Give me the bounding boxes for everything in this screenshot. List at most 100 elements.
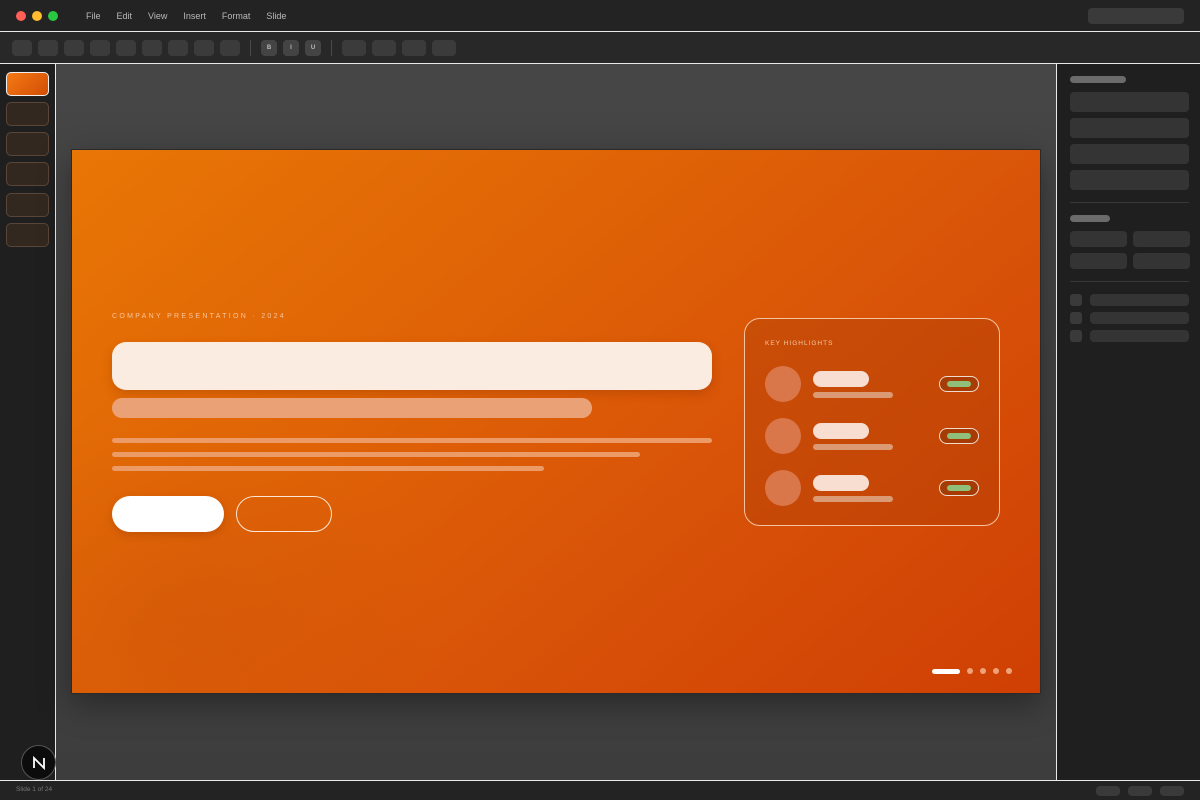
inspector-checkbox[interactable] [1070,312,1082,324]
toolbar: B I U [0,32,1200,64]
avatar [765,418,801,454]
pagination-dot[interactable] [980,668,986,674]
inspector-option-label [1090,330,1189,342]
inspector-checkbox[interactable] [1070,294,1082,306]
slide-eyebrow: COMPANY PRESENTATION · 2024 [112,313,286,320]
toolbar-button[interactable] [90,40,110,56]
slide-subtitle-placeholder[interactable] [112,398,592,418]
toolbar-button[interactable] [220,40,240,56]
status-badge [939,480,979,496]
slide-thumbnails-panel [0,64,56,780]
status-badge-fill [947,381,971,387]
body-text-line [112,466,544,471]
status-bar: Slide 1 of 24 [0,780,1200,800]
menu-file[interactable]: File [78,11,109,21]
slide-thumbnail-3[interactable] [6,132,49,156]
logo-glyph-icon [32,755,45,770]
title-bar: File Edit View Insert Format Slide [0,0,1200,32]
menu-view[interactable]: View [140,11,175,21]
window-minimize-button[interactable] [32,11,42,21]
search-field[interactable] [1088,8,1184,24]
toolbar-button[interactable] [432,40,456,56]
slide-thumbnail-2[interactable] [6,102,49,126]
highlight-name [813,475,869,491]
slide-title-placeholder[interactable] [112,342,712,390]
body-text-line [112,452,640,457]
inspector-field[interactable] [1070,170,1189,190]
statusbar-button[interactable] [1096,786,1120,796]
highlight-row [765,366,979,402]
pagination-dot[interactable] [967,668,973,674]
toolbar-button[interactable] [194,40,214,56]
pagination-dot[interactable] [1006,668,1012,674]
card-title: KEY HIGHLIGHTS [765,340,834,347]
inspector-divider [1070,281,1189,282]
highlight-subtext [813,444,893,450]
highlight-name [813,371,869,387]
slide-pagination [932,668,1019,674]
menu-edit[interactable]: Edit [109,11,141,21]
status-badge [939,428,979,444]
inspector-checkbox[interactable] [1070,330,1082,342]
toolbar-button[interactable] [38,40,58,56]
inspector-field[interactable] [1070,253,1127,269]
highlight-subtext [813,392,893,398]
inspector-divider [1070,202,1189,203]
status-badge [939,376,979,392]
avatar [765,366,801,402]
inspector-section-heading [1070,215,1110,222]
inspector-option-label [1090,294,1189,306]
menu-bar: File Edit View Insert Format Slide [78,0,294,32]
inspector-field[interactable] [1070,144,1189,164]
status-badge-fill [947,433,971,439]
pagination-dot-active[interactable] [932,668,960,674]
toolbar-button[interactable] [64,40,84,56]
inspector-field[interactable] [1133,253,1190,269]
statusbar-button[interactable] [1160,786,1184,796]
highlight-name [813,423,869,439]
toolbar-button[interactable] [116,40,136,56]
secondary-cta-button[interactable] [236,496,332,532]
primary-cta-button[interactable] [112,496,224,532]
inspector-field[interactable] [1133,231,1190,247]
slide-canvas: COMPANY PRESENTATION · 2024 KEY HIGHLIGH… [56,64,1056,780]
slide-thumbnail-1[interactable] [6,72,49,96]
italic-icon[interactable]: I [283,40,299,56]
status-text: Slide 1 of 24 [16,786,53,793]
body-text-line [112,438,712,443]
toolbar-separator [331,40,332,56]
inspector-section-heading [1070,76,1126,83]
highlight-row [765,470,979,506]
highlight-subtext [813,496,893,502]
menu-insert[interactable]: Insert [175,11,214,21]
inspector-panel [1056,64,1200,780]
key-highlights-card: KEY HIGHLIGHTS [744,318,1000,526]
menu-format[interactable]: Format [214,11,259,21]
window-maximize-button[interactable] [48,11,58,21]
underline-icon[interactable]: U [305,40,321,56]
slide-thumbnail-5[interactable] [6,193,49,217]
inspector-option-label [1090,312,1189,324]
bold-icon[interactable]: B [261,40,277,56]
statusbar-button[interactable] [1128,786,1152,796]
status-badge-fill [947,485,971,491]
toolbar-button[interactable] [168,40,188,56]
inspector-field[interactable] [1070,231,1127,247]
toolbar-button[interactable] [342,40,366,56]
app-logo-icon[interactable] [21,745,56,780]
toolbar-button[interactable] [372,40,396,56]
slide-thumbnail-6[interactable] [6,223,49,247]
slide[interactable]: COMPANY PRESENTATION · 2024 KEY HIGHLIGH… [71,149,1041,694]
menu-slide[interactable]: Slide [258,11,294,21]
pagination-dot[interactable] [993,668,999,674]
slide-thumbnail-4[interactable] [6,162,49,186]
inspector-field[interactable] [1070,118,1189,138]
inspector-field[interactable] [1070,92,1189,112]
highlight-row [765,418,979,454]
avatar [765,470,801,506]
toolbar-button[interactable] [12,40,32,56]
window-close-button[interactable] [16,11,26,21]
toolbar-button[interactable] [142,40,162,56]
toolbar-separator [250,40,251,56]
toolbar-button[interactable] [402,40,426,56]
